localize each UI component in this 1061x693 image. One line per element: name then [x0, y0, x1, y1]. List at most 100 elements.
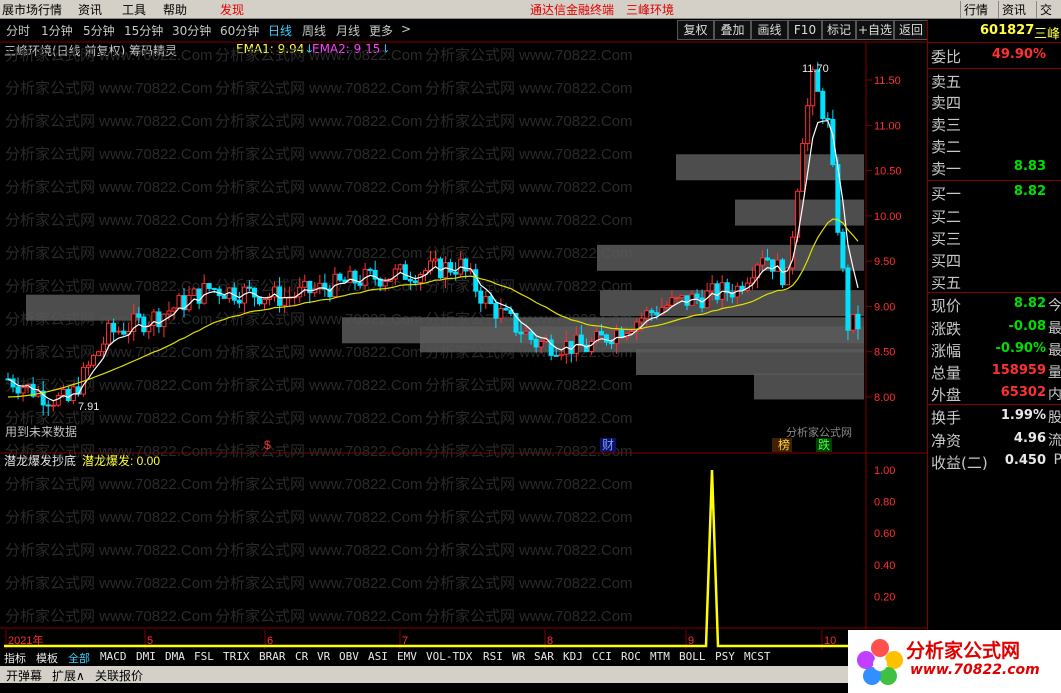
quote-row: 换手 1.99% 股 — [928, 404, 1061, 429]
indicator-tab[interactable]: DMA — [165, 650, 185, 663]
price-tick: 11.50 — [874, 75, 901, 87]
indicator-tab[interactable]: WR — [512, 650, 525, 663]
indicator-tab[interactable]: CCI — [592, 650, 612, 663]
indicator-tab[interactable]: CR — [295, 650, 308, 663]
candle-body — [800, 143, 806, 192]
candle-body — [614, 329, 620, 345]
indicator-tab[interactable]: ASI — [368, 650, 388, 663]
watermark-text: 分析家公式网 www.70822.Com — [215, 509, 423, 526]
chip-bar — [26, 294, 140, 321]
quote-value: 8.82 — [1013, 296, 1046, 311]
watermark-text: 分析家公式网 www.70822.Com — [5, 542, 213, 559]
quote-label: 卖一 — [931, 160, 962, 178]
menu-help[interactable]: 帮助 — [163, 1, 187, 18]
candle-body — [820, 90, 826, 120]
indicator-tab[interactable]: 全部 — [68, 650, 90, 666]
candle-body — [101, 343, 107, 353]
watermark-text: 分析家公式网 www.70822.Com — [425, 575, 633, 592]
price-tick: 9.50 — [874, 256, 895, 268]
danmu-button[interactable]: 开弹幕 — [6, 667, 42, 684]
candle-body — [65, 388, 71, 401]
indicator-tab[interactable]: MACD — [100, 650, 127, 663]
menu-market[interactable]: 展市场行情 — [2, 1, 62, 18]
price-high-label: 11.70 — [802, 63, 829, 75]
flower-logo-icon — [857, 639, 903, 685]
indicator-tab[interactable]: VOL-TDX — [426, 650, 472, 663]
candle-body — [528, 331, 534, 340]
candle-body — [111, 322, 117, 333]
indicator-tab[interactable]: DMI — [136, 650, 156, 663]
candle-body — [769, 259, 775, 272]
candle-body — [553, 354, 559, 357]
quote-value: 0.450 — [1004, 453, 1046, 468]
indicator-tab[interactable]: OBV — [339, 650, 359, 663]
indicator-tab[interactable]: EMV — [397, 650, 417, 663]
candle-body — [256, 296, 262, 305]
indicator-tab[interactable]: BRAR — [259, 650, 286, 663]
candle-body — [533, 338, 539, 348]
watermark-text: 分析家公式网 www.70822.Com — [215, 542, 423, 559]
quote-value: -0.90% — [995, 341, 1047, 356]
indicator-tab[interactable]: MCST — [744, 650, 771, 663]
quote-row: 卖二 — [928, 134, 1061, 158]
chip-bar — [597, 244, 864, 271]
menu-discover[interactable]: 发现 — [220, 1, 244, 18]
candle-body — [96, 351, 102, 357]
indicator-tab[interactable]: MTM — [650, 650, 670, 663]
indicator-tab[interactable]: KDJ — [563, 650, 583, 663]
menu-quote-button[interactable]: 行情 — [960, 1, 991, 18]
quote-row: 涨跌 -0.08 最 — [928, 316, 1061, 340]
rank-marker[interactable]: 榜 — [778, 437, 790, 452]
indicator-tab[interactable]: BOLL — [679, 650, 706, 663]
candle-body — [493, 302, 499, 319]
candle-body — [483, 295, 489, 304]
candle-body — [407, 278, 413, 282]
candle-body — [759, 257, 765, 266]
candle-body — [171, 307, 177, 312]
quote-row: 现价 8.82 今 — [928, 292, 1061, 317]
kline-chart[interactable]: 分析家公式网 www.70822.Com 分析家公式网 www.70822.Com… — [0, 20, 927, 650]
quote-row: 卖三 — [928, 112, 1061, 136]
watermark-text: 分析家公式网 www.70822.Com — [5, 608, 213, 625]
indicator-tab[interactable]: ROC — [621, 650, 641, 663]
price-tick: 9.00 — [874, 301, 895, 313]
die-marker[interactable]: 跌 — [818, 437, 830, 452]
quote-label: 现价 — [931, 297, 962, 315]
quote-value: 8.83 — [1013, 159, 1046, 174]
menu-trade-button[interactable]: 交 — [1036, 1, 1055, 18]
candle-body — [20, 387, 26, 394]
logo-url: www.70822.com — [910, 662, 1040, 678]
candle-body — [116, 330, 122, 333]
indicator-tab[interactable]: VR — [317, 650, 330, 663]
dollar-marker[interactable]: $ — [264, 438, 271, 452]
watermark-text: 分析家公式网 www.70822.Com — [215, 410, 423, 427]
watermark-text: 分析家公式网 www.70822.Com — [215, 113, 423, 130]
indicator-tab[interactable]: PSY — [715, 650, 735, 663]
candle-body — [201, 283, 207, 304]
menu-news-button[interactable]: 资讯 — [998, 1, 1029, 18]
watermark-text: 分析家公式网 www.70822.Com — [215, 443, 423, 460]
stock-name: 三峰 — [1034, 27, 1061, 42]
indicator-tab[interactable]: 模板 — [36, 650, 58, 666]
menu-news[interactable]: 资讯 — [78, 1, 102, 18]
candle-body — [850, 313, 856, 331]
quote-row: 净资 4.96 流 — [928, 428, 1061, 452]
menu-tools[interactable]: 工具 — [122, 1, 146, 18]
expand-button[interactable]: 扩展∧ — [52, 667, 85, 684]
candle-body — [106, 322, 112, 345]
indicator-tick: 1.00 — [874, 465, 895, 477]
quote-suffix: 最 — [1048, 321, 1061, 337]
indicator-tab[interactable]: 指标 — [4, 650, 26, 666]
indicator-tab[interactable]: RSI — [483, 650, 503, 663]
candle-body — [644, 310, 650, 319]
indicator-tab[interactable]: FSL — [194, 650, 214, 663]
candle-body — [141, 316, 147, 333]
watermark-text: 分析家公式网 www.70822.Com — [425, 410, 633, 427]
watermark-text: 分析家公式网 www.70822.Com — [5, 575, 213, 592]
related-quote-button[interactable]: 关联报价 — [95, 667, 143, 684]
cai-marker[interactable]: 财 — [602, 438, 614, 452]
quote-label: 委比 — [931, 48, 962, 66]
indicator-tab[interactable]: TRIX — [223, 650, 250, 663]
watermark-text: 分析家公式网 www.70822.Com — [425, 608, 633, 625]
indicator-tab[interactable]: SAR — [534, 650, 554, 663]
